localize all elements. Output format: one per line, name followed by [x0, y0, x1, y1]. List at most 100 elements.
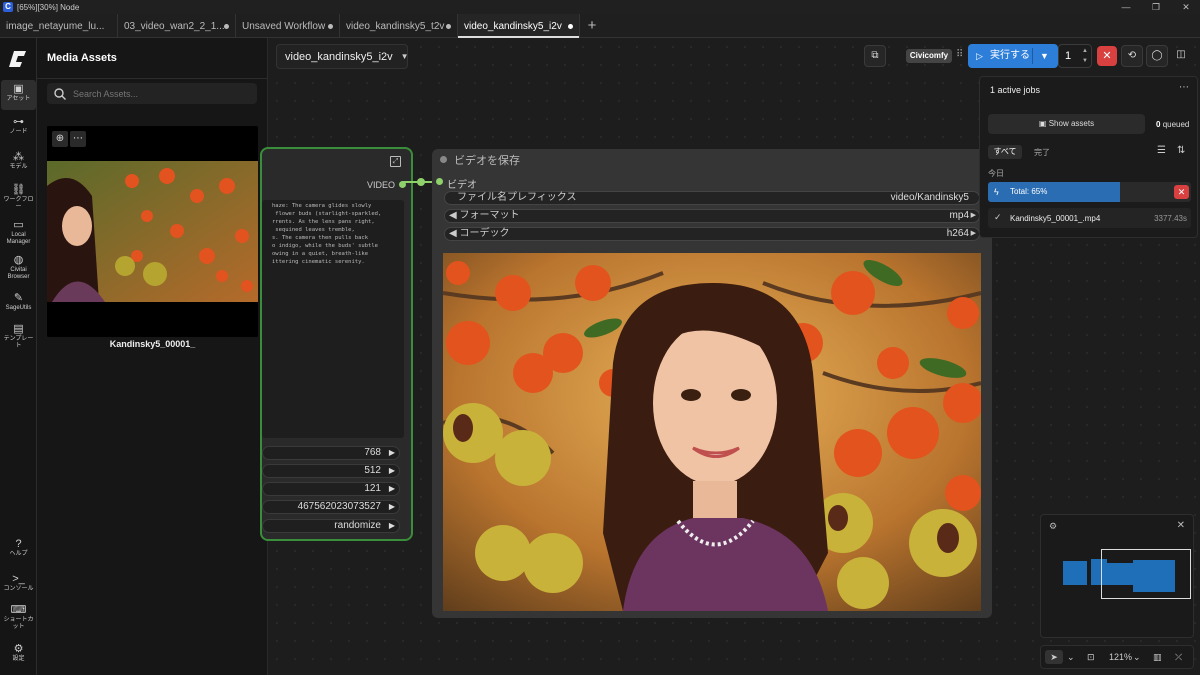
save-video-node[interactable]: ビデオを保存 ビデオ ファイル名プレフィックス video/Kandinsky5…: [432, 149, 992, 618]
arrow-right-icon[interactable]: ▶: [389, 483, 395, 495]
rail-label: SageUtils: [5, 305, 32, 311]
image-icon: ▣: [13, 83, 24, 95]
unsaved-dot-icon: [568, 24, 573, 29]
brush-icon: ✎: [13, 292, 24, 304]
sort-icon[interactable]: ⇅: [1177, 145, 1185, 156]
cancel-run-button[interactable]: ✕: [1097, 46, 1117, 66]
drag-handle-icon[interactable]: ⠿: [956, 49, 963, 60]
arrow-right-icon[interactable]: ▶: [389, 447, 395, 459]
zoom-level[interactable]: 121%: [1109, 650, 1132, 664]
extension-button[interactable]: ⧉: [864, 45, 886, 67]
more-icon[interactable]: ⋯: [70, 131, 86, 147]
prompt-textarea[interactable]: haze: The camera glides slowly flower bu…: [262, 200, 404, 438]
video-preview[interactable]: [443, 253, 981, 611]
video-generation-node[interactable]: ⤢ VIDEO haze: The camera glides slowly f…: [260, 147, 413, 541]
help-icon: ?: [15, 538, 22, 550]
workflow-selector[interactable]: video_kandinsky5_i2v ▼: [276, 44, 409, 69]
widget-value: 121: [364, 483, 381, 494]
asset-card[interactable]: ⊕ ⋯: [47, 126, 258, 337]
completed-job-item[interactable]: ✓ Kandinsky5_00001_.mp4 3377.43s: [988, 208, 1191, 228]
codec-widget[interactable]: ◀ コーデック h264 ▶: [444, 227, 980, 241]
chevron-down-icon[interactable]: ⌄: [1133, 650, 1141, 664]
rail-console[interactable]: >_ コンソール: [1, 573, 36, 593]
history-icon: ⟲: [1127, 50, 1137, 61]
tab-03-video-wan[interactable]: 03_video_wan2_2_1...: [118, 14, 236, 38]
filename-prefix-widget[interactable]: ファイル名プレフィックス video/Kandinsky5: [444, 191, 980, 205]
history-button[interactable]: ⟲: [1121, 45, 1143, 67]
maximize-icon[interactable]: ❐: [1142, 0, 1170, 14]
unsaved-dot-icon: [446, 24, 451, 29]
models-icon: ⁂: [13, 151, 24, 163]
rail-models[interactable]: ⁂ モデル: [1, 151, 36, 171]
workflow-name: video_kandinsky5_i2v: [285, 50, 393, 63]
chevron-down-icon[interactable]: ⌄: [1067, 650, 1075, 664]
tab-kandinsky5-i2v[interactable]: video_kandinsky5_i2v: [458, 14, 580, 38]
civicomfy-button[interactable]: Civicomfy: [906, 49, 952, 63]
fit-view-icon[interactable]: ⊡: [1087, 650, 1095, 664]
width-widget[interactable]: 768 ▶: [262, 446, 400, 460]
rail-civitai-browser[interactable]: ◍ Civitai Browser: [1, 254, 36, 281]
rail-local-manager[interactable]: ▭ Local Manager: [1, 219, 36, 246]
select-tool-icon[interactable]: ➤: [1045, 650, 1063, 664]
minimize-icon[interactable]: —: [1112, 0, 1140, 14]
close-window-icon[interactable]: ✕: [1172, 0, 1200, 14]
rail-label: Local Manager: [6, 232, 31, 245]
tab-unsaved-workflow[interactable]: Unsaved Workflow: [236, 14, 340, 38]
tab-image-netayume[interactable]: image_netayume_lu...: [0, 14, 118, 38]
rail-workflows[interactable]: ⛓ ワークフロー: [1, 184, 36, 211]
minimap[interactable]: ⚙ ✕: [1040, 514, 1194, 638]
format-widget[interactable]: ◀ フォーマット mp4 ▶: [444, 209, 980, 223]
new-tab-button[interactable]: +: [580, 14, 604, 38]
zoom-in-icon[interactable]: ⊕: [52, 131, 68, 147]
tab-label: video_kandinsky5_t2v: [346, 20, 445, 32]
check-icon: ✓: [994, 212, 1002, 222]
batch-count-input[interactable]: 1 ▲ ▼: [1058, 44, 1092, 68]
filter-icon[interactable]: ☰: [1157, 145, 1166, 156]
close-icon[interactable]: ✕: [1177, 520, 1185, 531]
rail-assets[interactable]: ▣ アセット: [1, 80, 36, 110]
seed-widget[interactable]: 467562023073527 ▶: [262, 500, 400, 514]
user-icon: ◯: [1151, 50, 1163, 61]
rail-label: 設定: [12, 656, 25, 662]
arrow-right-icon[interactable]: ▶: [389, 501, 395, 513]
node-collapse-dot[interactable]: [440, 156, 447, 163]
arrow-right-icon[interactable]: ▶: [971, 228, 976, 240]
panel-title: Media Assets: [47, 52, 117, 64]
control-after-generate-widget[interactable]: randomize ▶: [262, 519, 400, 533]
chevron-down-icon[interactable]: ▼: [1040, 44, 1049, 68]
toggle-panel-button[interactable]: ◫: [1170, 45, 1192, 67]
rail-settings[interactable]: ⚙ 設定: [1, 643, 36, 663]
length-widget[interactable]: 121 ▶: [262, 482, 400, 496]
arrow-right-icon[interactable]: ▶: [971, 210, 976, 222]
link-visibility-icon[interactable]: ⤫: [1175, 650, 1182, 664]
widget-value: 768: [364, 447, 381, 458]
link-midpoint[interactable]: [417, 178, 425, 186]
search-input[interactable]: [73, 88, 243, 99]
queued-label: queued: [1162, 120, 1190, 129]
rail-help[interactable]: ? ヘルプ: [1, 538, 36, 558]
run-button[interactable]: ▷ 実行する ▼: [968, 44, 1058, 68]
cancel-job-button[interactable]: ✕: [1174, 185, 1189, 199]
stepper-icon[interactable]: ▲ ▼: [1082, 46, 1088, 66]
height-widget[interactable]: 512 ▶: [262, 464, 400, 478]
rail-sageutils[interactable]: ✎ SageUtils: [1, 292, 36, 312]
minimap-viewport[interactable]: [1101, 549, 1191, 599]
arrow-right-icon[interactable]: ▶: [389, 465, 395, 477]
arrow-right-icon[interactable]: ▶: [389, 520, 395, 532]
minimap-toggle-icon[interactable]: ▥: [1153, 650, 1162, 664]
user-button[interactable]: ◯: [1146, 45, 1168, 67]
more-icon[interactable]: ⋯: [1179, 82, 1189, 93]
input-slot-video[interactable]: [436, 178, 443, 185]
rail-label: アセット: [6, 96, 31, 102]
rail-shortcuts[interactable]: ⌨ ショートカット: [1, 604, 36, 631]
tab-label: Unsaved Workflow: [242, 20, 326, 32]
tab-kandinsky5-t2v[interactable]: video_kandinsky5_t2v: [340, 14, 458, 38]
settings-sliders-icon[interactable]: ⚙: [1049, 521, 1057, 532]
rail-templates[interactable]: ▤ テンプレート: [1, 323, 36, 350]
rail-nodes[interactable]: ⊶ ノード: [1, 116, 36, 136]
folder-icon: ▭: [13, 219, 24, 231]
filter-all-tab[interactable]: すべて: [988, 145, 1022, 159]
filter-done-tab[interactable]: 完了: [1034, 147, 1050, 158]
show-assets-button[interactable]: ▣ Show assets: [988, 114, 1145, 134]
expand-icon[interactable]: ⤢: [390, 156, 401, 167]
